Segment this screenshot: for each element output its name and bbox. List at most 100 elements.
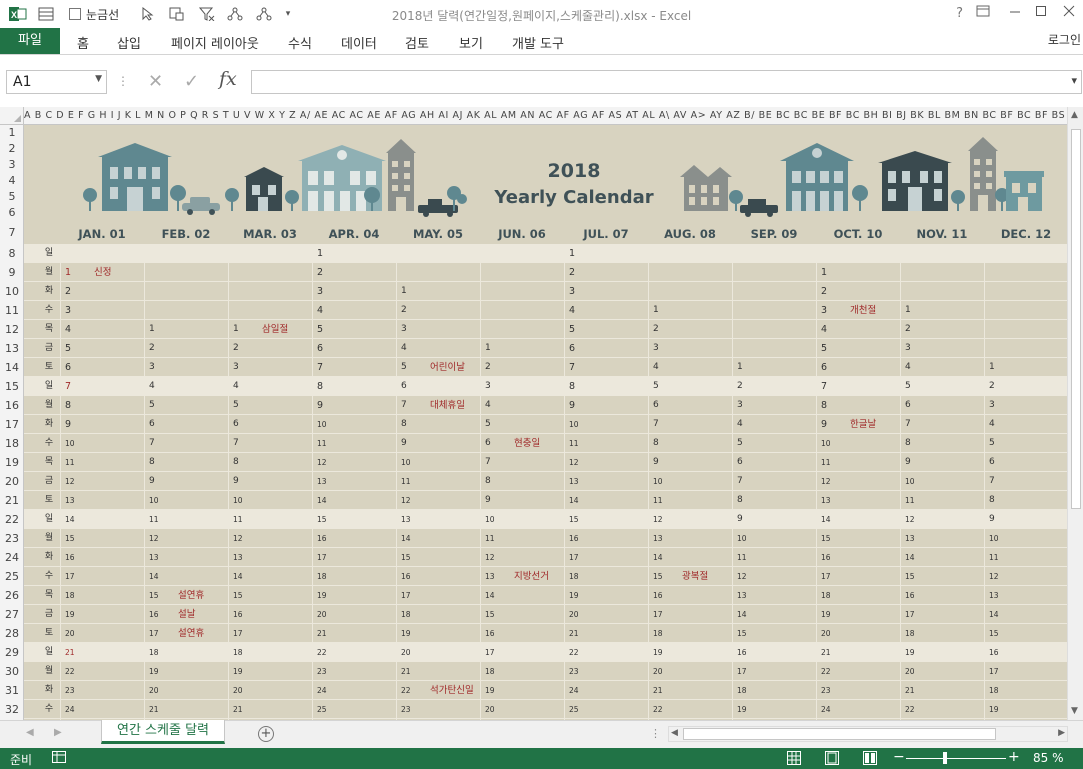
day-cell[interactable]: 20 bbox=[816, 624, 900, 643]
day-cell[interactable]: 22 석가탄신일 bbox=[396, 681, 480, 700]
day-cell[interactable] bbox=[984, 263, 1067, 282]
day-cell[interactable]: 8 bbox=[228, 453, 312, 472]
day-cell[interactable]: 3 bbox=[648, 339, 732, 358]
day-cell[interactable]: 11 bbox=[312, 434, 396, 453]
day-cell[interactable]: 16 bbox=[396, 567, 480, 586]
row-header-16[interactable]: 16 bbox=[0, 396, 24, 415]
normal-view-icon[interactable] bbox=[787, 751, 801, 765]
day-cell[interactable]: 14 bbox=[564, 491, 648, 510]
day-cell[interactable]: 8 bbox=[480, 472, 564, 491]
day-cell[interactable]: 17 설연휴 bbox=[144, 624, 228, 643]
day-cell[interactable] bbox=[732, 263, 816, 282]
day-cell[interactable]: 14 bbox=[984, 605, 1067, 624]
day-cell[interactable]: 13 bbox=[396, 510, 480, 529]
row-header-4[interactable]: 4 bbox=[0, 173, 24, 189]
day-cell[interactable]: 21 bbox=[228, 700, 312, 719]
day-cell[interactable]: 11 bbox=[144, 510, 228, 529]
day-cell[interactable]: 1 bbox=[984, 358, 1067, 377]
day-cell[interactable]: 5 bbox=[312, 320, 396, 339]
day-cell[interactable]: 8 bbox=[396, 415, 480, 434]
insert-function-button[interactable]: fx bbox=[219, 68, 237, 90]
day-cell[interactable]: 1 bbox=[816, 263, 900, 282]
day-cell[interactable] bbox=[228, 263, 312, 282]
day-cell[interactable]: 11 bbox=[816, 453, 900, 472]
day-cell[interactable]: 4 bbox=[480, 396, 564, 415]
day-cell[interactable]: 24 bbox=[60, 700, 144, 719]
sheet-next-icon[interactable]: ▶ bbox=[54, 727, 62, 738]
day-cell[interactable] bbox=[984, 320, 1067, 339]
day-cell[interactable]: 2 bbox=[60, 282, 144, 301]
day-cell[interactable]: 15 bbox=[480, 605, 564, 624]
day-cell[interactable]: 6 bbox=[816, 358, 900, 377]
day-cell[interactable]: 1 bbox=[648, 301, 732, 320]
day-cell[interactable]: 17 bbox=[816, 567, 900, 586]
day-cell[interactable]: 8 bbox=[564, 377, 648, 396]
day-cell[interactable]: 5 bbox=[60, 339, 144, 358]
day-cell[interactable]: 9 bbox=[228, 472, 312, 491]
day-cell[interactable]: 13 bbox=[228, 548, 312, 567]
day-cell[interactable]: 4 bbox=[228, 377, 312, 396]
day-cell[interactable]: 6 현충일 bbox=[480, 434, 564, 453]
day-cell[interactable]: 17 bbox=[480, 643, 564, 662]
tab-data[interactable]: 데이터 bbox=[341, 33, 377, 52]
enter-icon[interactable]: ✓ bbox=[184, 71, 199, 92]
formula-input[interactable]: ▾ bbox=[251, 70, 1082, 94]
row-header-2[interactable]: 2 bbox=[0, 141, 24, 157]
day-cell[interactable] bbox=[732, 244, 816, 263]
day-cell[interactable] bbox=[648, 244, 732, 263]
day-cell[interactable]: 24 bbox=[564, 681, 648, 700]
row-header-25[interactable]: 25 bbox=[0, 567, 24, 586]
day-cell[interactable]: 13 bbox=[60, 491, 144, 510]
select-all-button[interactable] bbox=[0, 107, 24, 125]
day-cell[interactable]: 23 bbox=[60, 681, 144, 700]
day-cell[interactable]: 20 bbox=[900, 662, 984, 681]
vertical-scroll-thumb[interactable] bbox=[1071, 129, 1081, 509]
day-cell[interactable]: 4 bbox=[312, 301, 396, 320]
day-cell[interactable]: 11 bbox=[648, 491, 732, 510]
day-cell[interactable]: 24 bbox=[312, 681, 396, 700]
day-cell[interactable]: 14 bbox=[648, 548, 732, 567]
day-cell[interactable]: 22 bbox=[816, 662, 900, 681]
tab-view[interactable]: 보기 bbox=[459, 33, 483, 52]
tab-developer[interactable]: 개발 도구 bbox=[512, 33, 564, 52]
day-cell[interactable]: 13 지방선거 bbox=[480, 567, 564, 586]
day-cell[interactable] bbox=[732, 339, 816, 358]
day-cell[interactable]: 3 bbox=[984, 396, 1067, 415]
page-layout-view-icon[interactable] bbox=[825, 751, 839, 765]
day-cell[interactable]: 5 bbox=[648, 377, 732, 396]
day-cell[interactable]: 16 bbox=[60, 548, 144, 567]
day-cell[interactable]: 11 bbox=[564, 434, 648, 453]
day-cell[interactable]: 17 bbox=[900, 605, 984, 624]
day-cell[interactable]: 4 bbox=[60, 320, 144, 339]
day-cell[interactable]: 12 bbox=[228, 529, 312, 548]
macro-record-icon[interactable] bbox=[52, 751, 66, 766]
day-cell[interactable]: 3 bbox=[564, 282, 648, 301]
day-cell[interactable]: 25 bbox=[312, 700, 396, 719]
day-cell[interactable]: 11 bbox=[480, 529, 564, 548]
day-cell[interactable]: 22 bbox=[900, 700, 984, 719]
day-cell[interactable] bbox=[732, 282, 816, 301]
horizontal-scroll-thumb[interactable] bbox=[683, 728, 996, 740]
calendar-sheet[interactable]: 2018 Yearly Calendar JAN. 01 FEB. 02 MAR. … bbox=[24, 125, 1067, 720]
day-cell[interactable]: 11 bbox=[396, 472, 480, 491]
day-cell[interactable]: 21 bbox=[648, 681, 732, 700]
day-cell[interactable]: 7 bbox=[984, 472, 1067, 491]
day-cell[interactable]: 3 bbox=[480, 377, 564, 396]
day-cell[interactable]: 2 bbox=[396, 301, 480, 320]
sheet-tab-active[interactable]: 연간 스케줄 달력 bbox=[101, 720, 225, 744]
day-cell[interactable]: 7 bbox=[312, 358, 396, 377]
row-header-5[interactable]: 5 bbox=[0, 189, 24, 205]
day-cell[interactable]: 16 bbox=[900, 586, 984, 605]
day-cell[interactable]: 14 bbox=[60, 510, 144, 529]
select-objects-icon[interactable] bbox=[168, 5, 186, 23]
day-cell[interactable]: 2 bbox=[984, 377, 1067, 396]
day-cell[interactable]: 12 bbox=[816, 472, 900, 491]
day-cell[interactable]: 1 신정 bbox=[60, 263, 144, 282]
zoom-slider-thumb[interactable] bbox=[943, 752, 947, 764]
day-cell[interactable] bbox=[396, 263, 480, 282]
day-cell[interactable]: 11 bbox=[60, 453, 144, 472]
day-cell[interactable]: 14 bbox=[816, 510, 900, 529]
day-cell[interactable]: 12 bbox=[564, 453, 648, 472]
day-cell[interactable]: 9 bbox=[984, 510, 1067, 529]
column-headers[interactable]: A B C D E F G H I J K L M N O P Q R S T … bbox=[24, 107, 1067, 125]
